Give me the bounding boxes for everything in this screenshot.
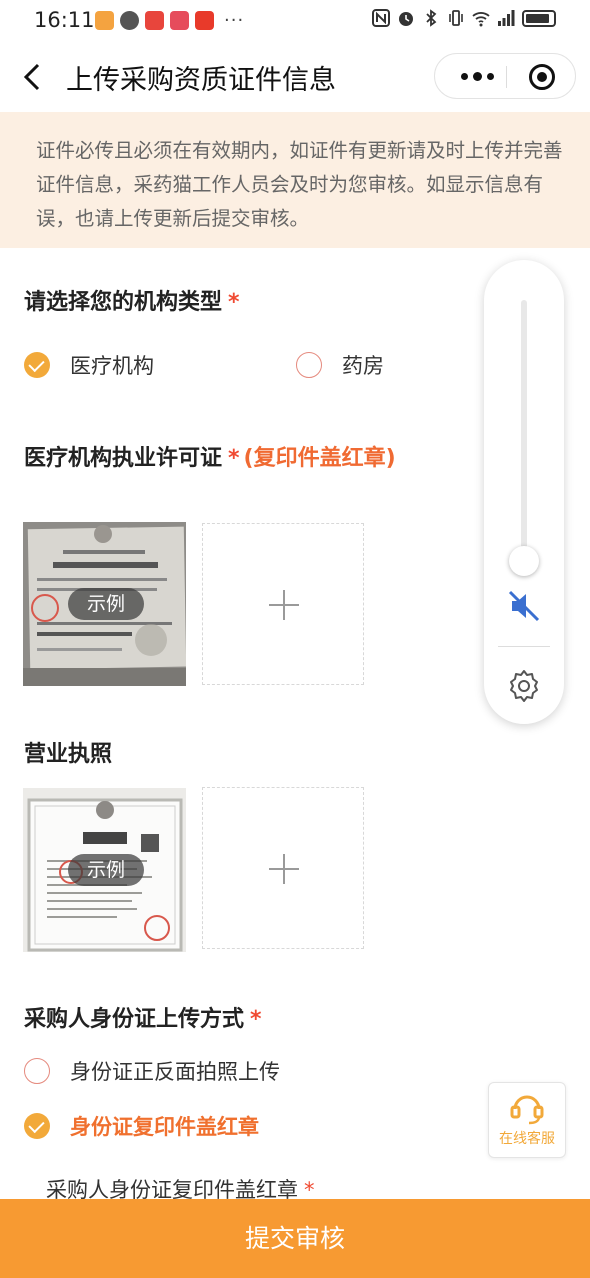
message-app-icon [120, 11, 139, 30]
status-system-icons [372, 9, 556, 27]
org-type-option-medical[interactable]: 医疗机构 [24, 350, 154, 380]
business-license-upload-button[interactable] [202, 787, 364, 949]
id-upload-title: 采购人身份证上传方式 * [24, 1001, 262, 1033]
volume-slider-handle[interactable] [509, 546, 539, 576]
radio-unchecked-icon [296, 352, 322, 378]
radio-checked-icon [24, 352, 50, 378]
gear-icon[interactable] [506, 668, 542, 704]
vibrate-icon [449, 10, 463, 26]
miniprogram-capsule [434, 53, 576, 99]
plus-icon-vertical [283, 854, 285, 884]
org-type-option-label: 药房 [342, 354, 384, 378]
org-type-option-pharmacy[interactable]: 药房 [296, 350, 384, 380]
wifi-icon [472, 12, 490, 27]
volume-float-panel [484, 260, 564, 724]
more-options-icon[interactable] [449, 54, 505, 98]
signal-icon [498, 10, 515, 26]
alarm-app-icon [95, 11, 114, 30]
battery-icon [522, 9, 556, 27]
id-upload-option-label: 身份证复印件盖红章 [70, 1115, 259, 1139]
notice-banner: 证件必传且必须在有效期内，如证件有更新请及时上传并完善证件信息，采药猫工作人员会… [0, 112, 590, 248]
taobao-app-icon [195, 11, 214, 30]
reader-app-icon [170, 11, 189, 30]
required-mark: * [228, 446, 240, 471]
capsule-divider [506, 66, 507, 88]
alarm-icon [399, 12, 413, 26]
business-license-title: 营业执照 [24, 736, 112, 768]
status-bar: 16:11 ··· [0, 0, 590, 40]
radio-checked-icon [24, 1113, 50, 1139]
required-mark: * [228, 290, 240, 315]
plus-icon-vertical [283, 590, 285, 620]
notice-text: 证件必传且必须在有效期内，如证件有更新请及时上传并完善证件信息，采药猫工作人员会… [36, 139, 563, 230]
headset-icon [510, 1095, 544, 1125]
speaker-muted-icon[interactable] [506, 588, 542, 624]
bluetooth-icon [426, 9, 437, 27]
id-upload-option-photo[interactable]: 身份证正反面拍照上传 [24, 1056, 280, 1086]
more-notifications-icon: ··· [224, 10, 245, 31]
status-notification-icons: ··· [95, 10, 244, 31]
online-service-button[interactable]: 在线客服 [488, 1082, 566, 1158]
business-license-sample-image[interactable]: 示例 [23, 788, 186, 952]
sample-badge: 示例 [68, 588, 144, 620]
medical-license-label: 医疗机构执业许可证 [24, 446, 223, 471]
radio-unchecked-icon [24, 1058, 50, 1084]
medical-license-hint: (复印件盖红章) [243, 446, 396, 471]
panel-divider [498, 646, 550, 647]
close-miniprogram-icon[interactable] [529, 64, 555, 90]
navigation-bar: 上传采购资质证件信息 [0, 40, 590, 112]
sample-badge: 示例 [68, 854, 144, 886]
listen-app-icon [145, 11, 164, 30]
org-type-label: 请选择您的机构类型 [24, 290, 223, 315]
org-type-option-label: 医疗机构 [70, 354, 154, 378]
page-title: 上传采购资质证件信息 [66, 65, 336, 96]
medical-license-title: 医疗机构执业许可证 * (复印件盖红章) [24, 440, 396, 472]
required-mark: * [250, 1007, 262, 1032]
id-upload-option-label: 身份证正反面拍照上传 [70, 1060, 280, 1084]
nfc-icon [372, 9, 390, 27]
volume-slider[interactable] [521, 300, 527, 564]
online-service-label: 在线客服 [499, 1131, 555, 1147]
medical-license-sample-image[interactable]: 示例 [23, 522, 186, 686]
business-license-label: 营业执照 [24, 742, 113, 767]
org-type-title: 请选择您的机构类型 * [24, 284, 240, 316]
id-upload-label: 采购人身份证上传方式 [24, 1007, 245, 1032]
back-arrow-icon[interactable] [20, 62, 44, 92]
medical-license-upload-button[interactable] [202, 523, 364, 685]
submit-review-button[interactable]: 提交审核 [0, 1199, 590, 1278]
id-upload-option-copy[interactable]: 身份证复印件盖红章 [24, 1111, 259, 1141]
status-time: 16:11 [34, 8, 95, 32]
